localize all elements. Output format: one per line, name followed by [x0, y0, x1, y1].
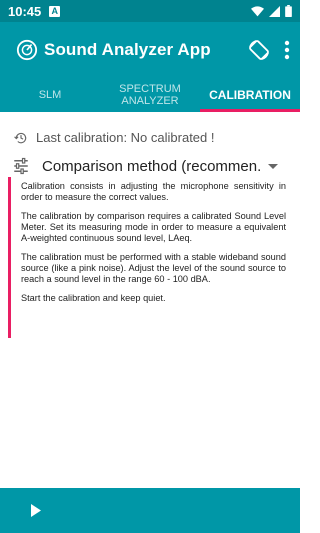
tab-calibration-label: CALIBRATION [209, 87, 291, 102]
info-paragraph: Calibration consists in adjusting the mi… [21, 181, 286, 202]
status-icons [251, 5, 292, 17]
app-bar: Sound Analyzer App [0, 22, 300, 77]
more-options-button[interactable] [284, 40, 290, 60]
tab-slm[interactable]: SLM [0, 77, 100, 112]
more-vert-icon [284, 40, 290, 59]
bottom-bar [0, 488, 300, 533]
wifi-icon [251, 5, 264, 16]
calibration-method-value: Comparison method (recommen.. [42, 157, 260, 175]
tab-spectrum-analyzer[interactable]: SPECTRUM ANALYZER [100, 77, 200, 112]
screen-rotation-button[interactable] [248, 39, 270, 61]
tab-calibration[interactable]: CALIBRATION [200, 77, 300, 112]
calibration-method-select[interactable]: Comparison method (recommen.. [12, 154, 292, 178]
info-paragraph: The calibration by comparison requires a… [21, 211, 286, 243]
tune-sliders-icon [12, 157, 30, 175]
notification-icon: A [49, 5, 61, 17]
calibration-info: Calibration consists in adjusting the mi… [8, 177, 290, 338]
info-paragraph: The calibration must be performed with a… [21, 252, 286, 284]
signal-icon [269, 5, 280, 17]
tab-spectrum-label: SPECTRUM ANALYZER [119, 82, 181, 107]
sound-analyzer-logo-icon [16, 39, 38, 60]
screen-rotation-icon [249, 39, 269, 60]
status-bar: 10:45 A [0, 0, 300, 22]
history-clock-icon [14, 131, 28, 145]
last-calibration-text: Last calibration: No calibrated ! [36, 130, 215, 145]
tab-bar: SLM SPECTRUM ANALYZER CALIBRATION [0, 77, 300, 112]
dropdown-arrow-icon [268, 163, 278, 169]
last-calibration-row: Last calibration: No calibrated ! [14, 130, 214, 145]
battery-icon [285, 5, 292, 17]
status-time: 10:45 [8, 3, 42, 19]
app-title: Sound Analyzer App [44, 39, 211, 59]
start-calibration-button[interactable] [30, 504, 42, 517]
tab-slm-label: SLM [38, 88, 62, 101]
info-paragraph: Start the calibration and keep quiet. [21, 293, 166, 303]
play-icon [31, 504, 41, 517]
